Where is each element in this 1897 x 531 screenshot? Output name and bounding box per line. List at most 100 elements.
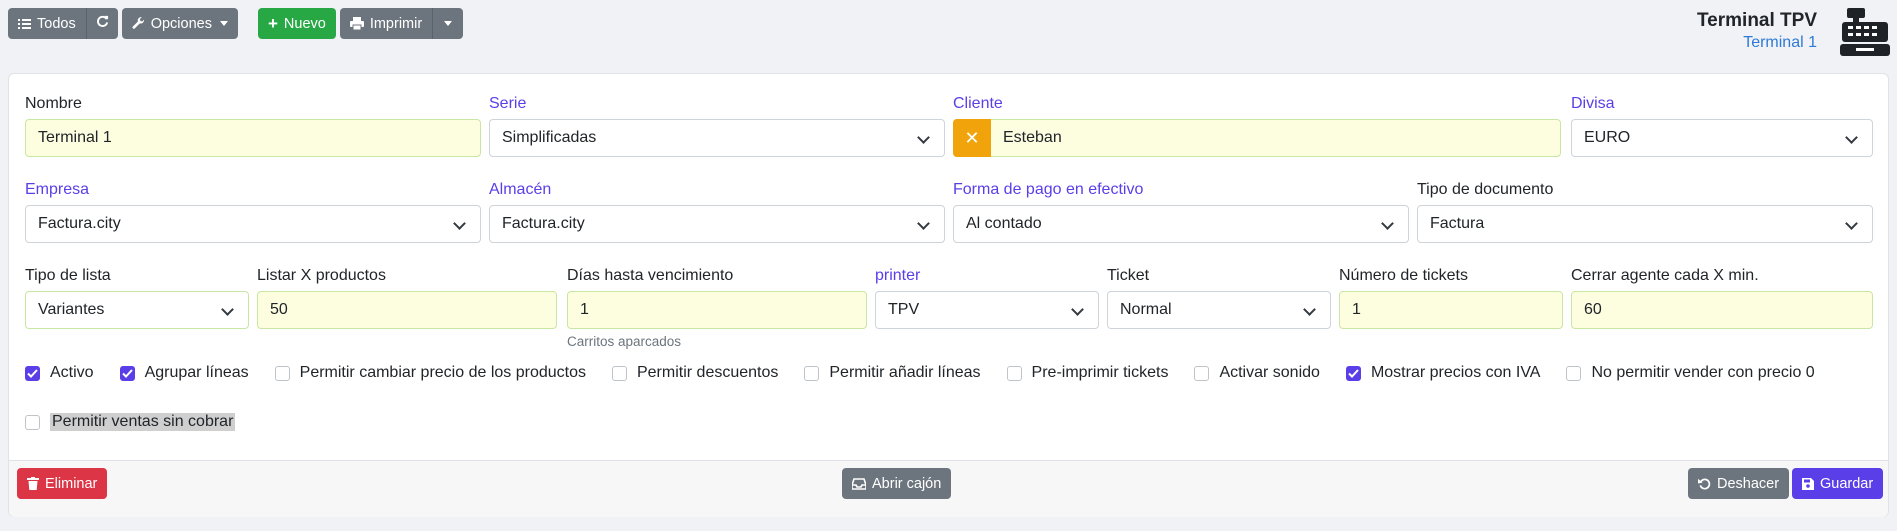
listar-productos-field: Listar X productos 50 bbox=[257, 266, 557, 329]
checkbox-checked[interactable] bbox=[119, 365, 135, 381]
dias-vencimiento-field: Días hasta vencimiento 1 Carritos aparca… bbox=[567, 266, 867, 349]
tipo-documento-label: Tipo de documento bbox=[1417, 181, 1554, 198]
cerrar-agente-field: Cerrar agente cada X min. 60 bbox=[1571, 266, 1873, 329]
print-button[interactable]: Imprimir bbox=[339, 8, 433, 39]
checkbox-item[interactable]: Agrupar líneas bbox=[119, 364, 249, 382]
clear-client-button[interactable]: ✕ bbox=[953, 119, 991, 157]
wrench-icon bbox=[132, 17, 145, 30]
ticket-field: Ticket Normal bbox=[1107, 266, 1331, 329]
empresa-select[interactable]: Factura.city bbox=[25, 205, 481, 243]
checkbox-item[interactable]: No permitir vender con precio 0 bbox=[1566, 364, 1815, 382]
forma-pago-select[interactable]: Al contado bbox=[953, 205, 1409, 243]
almacen-field: Almacén Factura.city bbox=[489, 180, 945, 243]
open-drawer-label: Abrir cajón bbox=[872, 475, 942, 492]
options-dropdown-button[interactable]: Opciones bbox=[121, 8, 238, 39]
nombre-field: Nombre Terminal 1 bbox=[25, 94, 481, 157]
checkbox-item[interactable]: Mostrar precios con IVA bbox=[1345, 364, 1541, 382]
checkbox-ventas-sin-cobrar[interactable]: Permitir ventas sin cobrar bbox=[25, 413, 236, 431]
page-title: Terminal TPV bbox=[1696, 10, 1817, 31]
dias-vencimiento-input[interactable]: 1 bbox=[567, 291, 867, 329]
all-button-group: Todos bbox=[8, 8, 118, 39]
dias-vencimiento-label: Días hasta vencimiento bbox=[567, 267, 734, 284]
divisa-label[interactable]: Divisa bbox=[1571, 94, 1873, 114]
tipo-lista-select[interactable]: Variantes bbox=[25, 291, 249, 329]
checkbox-label: Permitir descuentos bbox=[636, 364, 779, 381]
tipo-lista-field: Tipo de lista Variantes bbox=[25, 266, 249, 329]
undo-button[interactable]: Deshacer bbox=[1688, 468, 1790, 499]
checkbox-checked[interactable] bbox=[1345, 365, 1361, 381]
open-drawer-button[interactable]: Abrir cajón bbox=[842, 468, 952, 499]
checkbox-label: Activo bbox=[50, 364, 94, 381]
nombre-input[interactable]: Terminal 1 bbox=[25, 119, 481, 157]
checkbox-unchecked[interactable] bbox=[1194, 365, 1210, 381]
checkbox-unchecked[interactable] bbox=[1006, 365, 1022, 381]
divisa-select[interactable]: EURO bbox=[1571, 119, 1873, 157]
tipo-lista-label: Tipo de lista bbox=[25, 267, 111, 284]
almacen-label[interactable]: Almacén bbox=[489, 180, 945, 200]
checkbox-label: Mostrar precios con IVA bbox=[1370, 364, 1541, 381]
close-icon: ✕ bbox=[964, 127, 980, 148]
all-button[interactable]: Todos bbox=[8, 8, 86, 39]
printer-select[interactable]: TPV bbox=[875, 291, 1099, 329]
nombre-label: Nombre bbox=[25, 95, 82, 112]
save-label: Guardar bbox=[1820, 475, 1874, 492]
num-tickets-input[interactable]: 1 bbox=[1339, 291, 1563, 329]
cliente-label[interactable]: Cliente bbox=[953, 94, 1561, 114]
print-dropdown-toggle[interactable] bbox=[432, 8, 464, 39]
printer-field: printer TPV bbox=[875, 266, 1099, 329]
empresa-label[interactable]: Empresa bbox=[25, 180, 481, 200]
save-button[interactable]: Guardar bbox=[1792, 468, 1884, 499]
new-button[interactable]: + Nuevo bbox=[257, 8, 336, 39]
almacen-select[interactable]: Factura.city bbox=[489, 205, 945, 243]
checkbox-item[interactable]: Activo bbox=[25, 364, 94, 382]
undo-label: Deshacer bbox=[1717, 475, 1780, 492]
cliente-value: Esteban bbox=[1003, 129, 1062, 146]
checkbox-unchecked[interactable] bbox=[274, 365, 290, 381]
cerrar-agente-input[interactable]: 60 bbox=[1571, 291, 1873, 329]
serie-label[interactable]: Serie bbox=[489, 94, 945, 114]
printer-label[interactable]: printer bbox=[875, 266, 1099, 286]
delete-button[interactable]: Eliminar bbox=[17, 468, 108, 499]
chevron-down-icon bbox=[444, 21, 453, 26]
options-label: Opciones bbox=[150, 15, 212, 32]
checkbox-checked[interactable] bbox=[25, 365, 40, 381]
dias-vencimiento-help: Carritos aparcados bbox=[567, 334, 682, 349]
checkbox-box[interactable] bbox=[25, 414, 40, 430]
listar-productos-input[interactable]: 50 bbox=[257, 291, 557, 329]
forma-pago-label[interactable]: Forma de pago en efectivo bbox=[953, 180, 1409, 200]
checkbox-item[interactable]: Permitir cambiar precio de los productos bbox=[274, 364, 586, 382]
cerrar-agente-label: Cerrar agente cada X min. bbox=[1571, 267, 1759, 284]
cliente-input[interactable]: ✕ Esteban bbox=[953, 119, 1561, 157]
save-icon bbox=[1802, 477, 1814, 490]
toolbar: Todos Opciones + Nuevo Imprimir bbox=[8, 8, 464, 39]
ticket-select[interactable]: Normal bbox=[1107, 291, 1331, 329]
print-label: Imprimir bbox=[369, 15, 423, 32]
checkbox-label: Activar sonido bbox=[1219, 364, 1320, 381]
tipo-documento-select[interactable]: Factura bbox=[1417, 205, 1873, 243]
all-button-label: Todos bbox=[37, 15, 76, 32]
refresh-icon bbox=[96, 15, 109, 32]
checkbox-unchecked[interactable] bbox=[804, 365, 820, 381]
checkbox-unchecked[interactable] bbox=[1566, 365, 1582, 381]
checkbox-unchecked[interactable] bbox=[611, 365, 627, 381]
checkbox-item[interactable]: Permitir añadir líneas bbox=[804, 364, 981, 382]
chevron-down-icon bbox=[219, 21, 228, 26]
checkbox-label: Permitir cambiar precio de los productos bbox=[299, 364, 586, 381]
terminal-form-card: Nombre Terminal 1 Serie Simplificadas Cl… bbox=[8, 73, 1889, 517]
checkbox-item[interactable]: Permitir descuentos bbox=[611, 364, 779, 382]
refresh-button[interactable] bbox=[85, 8, 118, 39]
checkbox-item[interactable]: Activar sonido bbox=[1194, 364, 1320, 382]
num-tickets-label: Número de tickets bbox=[1339, 267, 1468, 284]
cliente-field: Cliente ✕ Esteban bbox=[953, 94, 1561, 157]
checkbox-item[interactable]: Pre-imprimir tickets bbox=[1006, 364, 1168, 382]
serie-select[interactable]: Simplificadas bbox=[489, 119, 945, 157]
list-icon bbox=[18, 18, 31, 30]
checkbox-label: Permitir añadir líneas bbox=[829, 364, 981, 381]
checkbox-label: Agrupar líneas bbox=[144, 364, 249, 381]
plus-icon: + bbox=[267, 14, 278, 33]
empresa-field: Empresa Factura.city bbox=[25, 180, 481, 243]
serie-field: Serie Simplificadas bbox=[489, 94, 945, 157]
page-subtitle[interactable]: Terminal 1 bbox=[1697, 34, 1817, 52]
checkbox-label: Permitir ventas sin cobrar bbox=[50, 413, 236, 431]
cash-register-icon bbox=[1839, 6, 1891, 58]
